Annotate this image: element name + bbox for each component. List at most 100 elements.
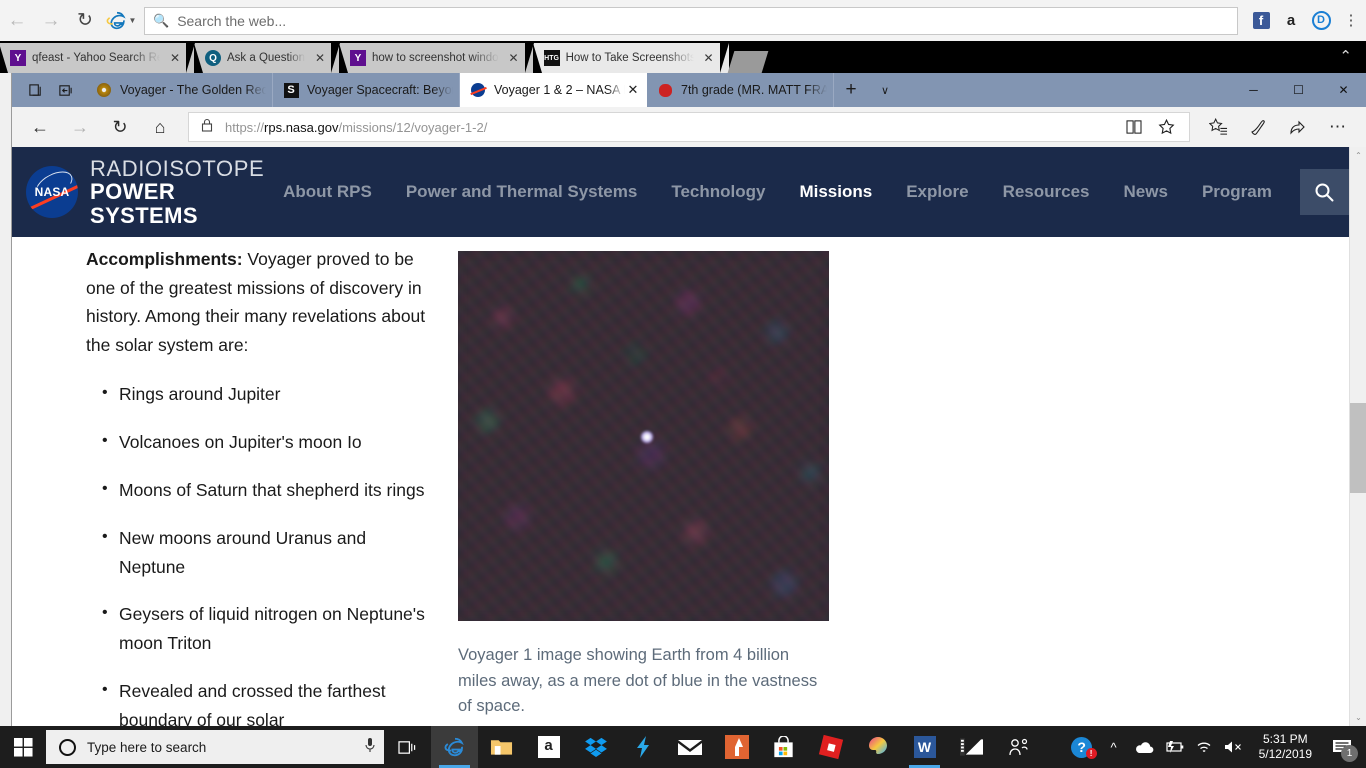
ie-tab[interactable]: Q Ask a Question ✕ (194, 43, 340, 73)
wordmark-line-1: RADIOISOTOPE (90, 156, 265, 182)
battery-icon[interactable] (1159, 726, 1189, 768)
taskbar-search-placeholder: Type here to search (87, 739, 207, 755)
taskbar-item-roblox[interactable] (807, 726, 854, 768)
taskbar-item-microsoft-store[interactable] (760, 726, 807, 768)
nav-item-explore[interactable]: Explore (906, 182, 968, 202)
ie-tab-strip: Y qfeast - Yahoo Search Re ✕ Q Ask a Que… (0, 41, 1366, 73)
back-button[interactable]: ← (20, 109, 60, 145)
nav-item-about-rps[interactable]: About RPS (283, 182, 372, 202)
notification-center-button[interactable]: 1 (1322, 726, 1362, 768)
movies-tv-icon (960, 738, 983, 756)
tab-preview-icon[interactable] (20, 73, 50, 107)
close-icon[interactable]: ✕ (702, 51, 716, 65)
dropbox-icon (584, 737, 607, 757)
edge-tab[interactable]: 7th grade (MR. MATT FRAN (647, 73, 834, 107)
scrollbar-thumb[interactable] (1350, 403, 1366, 493)
taskbar-item-paint[interactable] (854, 726, 901, 768)
ie-forward-button[interactable]: → (34, 4, 68, 38)
taskbar-item-slack[interactable] (619, 726, 666, 768)
ie-tab-title: How to Take Screenshots (565, 52, 694, 64)
chevron-down-icon[interactable]: ∨ (868, 73, 902, 107)
ie-refresh-button[interactable]: ↻ (68, 4, 102, 38)
facebook-icon[interactable]: f (1246, 4, 1276, 38)
nav-item-missions[interactable]: Missions (799, 182, 872, 202)
taskbar-item-mail[interactable] (666, 726, 713, 768)
site-search-button[interactable] (1299, 169, 1349, 215)
ie-search-box[interactable]: 🔍 Search the web... (144, 6, 1238, 35)
show-hidden-icons-icon[interactable]: ^ (1099, 726, 1129, 768)
edge-tab-active[interactable]: Voyager 1 & 2 – NASA R ✕ (460, 73, 647, 107)
nav-item-program[interactable]: Program (1202, 182, 1272, 202)
home-icon: ⌂ (154, 116, 166, 137)
start-button[interactable] (0, 726, 46, 768)
maximize-button[interactable]: ☐ (1276, 73, 1321, 107)
address-bar[interactable]: https://rps.nasa.gov/missions/12/voyager… (188, 112, 1190, 142)
nav-item-power-and-thermal-systems[interactable]: Power and Thermal Systems (406, 182, 637, 202)
article-figure-column: Voyager 1 image showing Earth from 4 bil… (458, 237, 830, 720)
ie-logo-button[interactable]: ▼ (104, 4, 138, 38)
wifi-icon[interactable] (1189, 726, 1219, 768)
reading-view-icon[interactable] (1126, 120, 1142, 134)
favorites-hub-button[interactable] (1198, 109, 1238, 145)
microphone-icon[interactable] (364, 737, 376, 758)
scrollbar-down-arrow[interactable]: ⌄ (1350, 709, 1366, 726)
refresh-icon: ↻ (77, 10, 93, 31)
apple-icon (657, 82, 673, 98)
close-icon[interactable]: ✕ (625, 82, 641, 98)
onedrive-icon[interactable] (1129, 726, 1159, 768)
scrollbar-up-arrow[interactable]: ⌃ (1350, 147, 1366, 164)
ie-tab[interactable]: Y qfeast - Yahoo Search Re ✕ (0, 43, 195, 73)
search-icon: 🔍 (153, 12, 170, 28)
list-item: Rings around Jupiter (86, 379, 426, 409)
favorite-star-icon[interactable] (1158, 119, 1175, 135)
volume-muted-icon[interactable] (1219, 726, 1249, 768)
close-icon[interactable]: ✕ (313, 51, 327, 65)
site-logo[interactable]: NASA RADIOISOTOPE POWER SYSTEMS (26, 157, 275, 227)
home-button[interactable]: ⌂ (140, 109, 180, 145)
close-button[interactable]: ✕ (1321, 73, 1366, 107)
task-view-button[interactable] (384, 726, 431, 768)
overflow-menu-icon[interactable]: ⋮ (1336, 4, 1366, 38)
page-scrollbar[interactable]: ⌃ ⌄ (1349, 147, 1366, 726)
edge-tab[interactable]: S Voyager Spacecraft: Beyond (273, 73, 460, 107)
ie-new-tab-button[interactable] (727, 51, 768, 73)
site-wordmark: RADIOISOTOPE POWER SYSTEMS (90, 157, 275, 226)
taskbar-search-box[interactable]: Type here to search (46, 730, 384, 764)
edge-tab[interactable]: Voyager - The Golden Recor (86, 73, 273, 107)
settings-more-button[interactable]: ⋯ (1318, 109, 1358, 145)
taskbar-clock[interactable]: 5:31 PM 5/12/2019 (1249, 732, 1322, 762)
taskbar-item-dropbox[interactable] (572, 726, 619, 768)
close-icon[interactable]: ✕ (168, 51, 182, 65)
close-icon[interactable]: ✕ (507, 51, 521, 65)
accomplishments-list: Rings around Jupiter Volcanoes on Jupite… (86, 379, 426, 726)
taskbar-item-word[interactable]: W (901, 726, 948, 768)
nav-item-technology[interactable]: Technology (671, 182, 765, 202)
amazon-icon[interactable]: a (1276, 4, 1306, 38)
ie-tab-title: qfeast - Yahoo Search Re (32, 52, 160, 64)
taskbar-item-people[interactable] (995, 726, 1042, 768)
ie-back-button[interactable]: ← (0, 4, 34, 38)
nav-item-news[interactable]: News (1124, 182, 1168, 202)
help-icon[interactable]: ? ! (1065, 726, 1099, 768)
chevron-up-icon[interactable]: ⌃ (1339, 47, 1352, 65)
dashlane-icon[interactable]: D (1306, 4, 1336, 38)
chevron-down-icon[interactable]: ▼ (129, 16, 137, 25)
taskbar-item-file-explorer[interactable] (478, 726, 525, 768)
windows-start-icon (13, 737, 33, 757)
taskbar-item-paint-3d[interactable] (713, 726, 760, 768)
new-tab-button[interactable]: + (834, 73, 868, 107)
ie-tab-active[interactable]: HTG How to Take Screenshots ✕ (532, 43, 729, 73)
nav-item-resources[interactable]: Resources (1003, 182, 1090, 202)
forward-button[interactable]: → (60, 109, 100, 145)
minimize-button[interactable]: ─ (1231, 73, 1276, 107)
edge-icon (444, 737, 464, 757)
ie-tab[interactable]: Y how to screenshot windo ✕ (338, 43, 534, 73)
taskbar-item-edge[interactable] (431, 726, 478, 768)
taskbar-item-movies-tv[interactable] (948, 726, 995, 768)
nasa-meatball-icon: NASA (26, 166, 78, 218)
web-notes-button[interactable] (1238, 109, 1278, 145)
share-button[interactable] (1278, 109, 1318, 145)
set-aside-tabs-icon[interactable] (50, 73, 80, 107)
refresh-button[interactable]: ↻ (100, 109, 140, 145)
taskbar-item-amazon[interactable]: a (525, 726, 572, 768)
